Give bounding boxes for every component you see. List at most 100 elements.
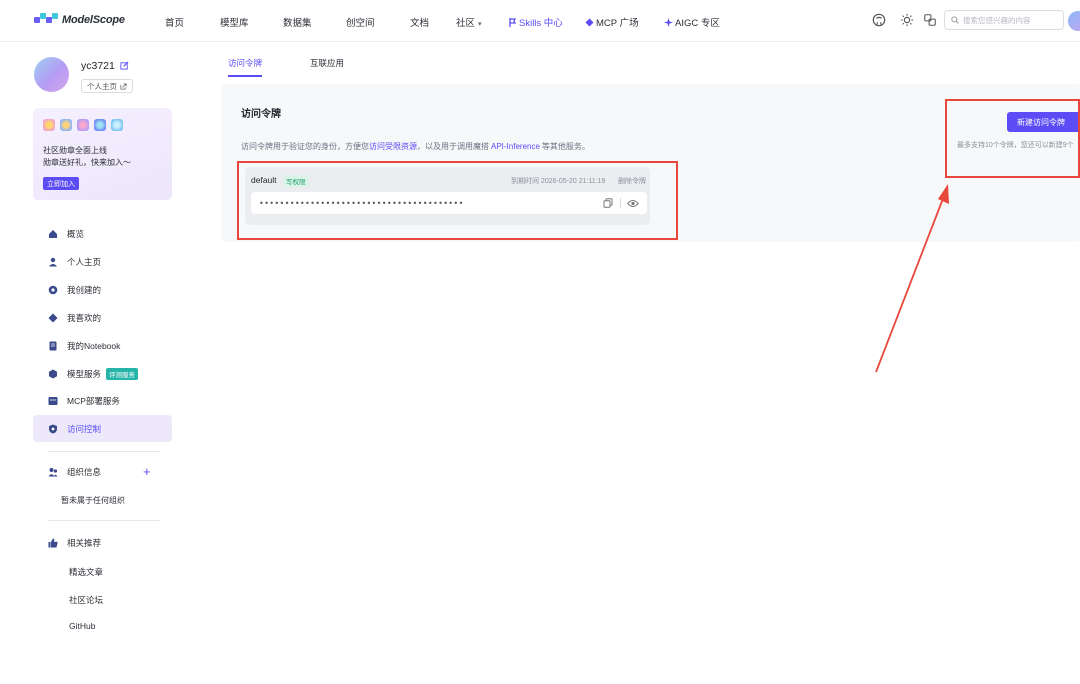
nav-community[interactable]: 社区 ▾ [456, 15, 482, 29]
sidebar-item-label: 我创建的 [67, 284, 102, 295]
restricted-resources-link[interactable]: 访问受限资源 [369, 142, 417, 151]
badge-icon [43, 119, 55, 131]
home-icon [49, 229, 57, 238]
sidebar-item-label: 相关推荐 [67, 537, 102, 548]
sidebar-item-label: 我喜欢的 [67, 312, 102, 323]
tab-connected-apps[interactable]: 互联应用 [310, 57, 344, 77]
sidebar-item-label: 组织信息 [67, 466, 102, 477]
badge-icon [60, 119, 72, 131]
nav-aigc-label: AIGC 专区 [675, 18, 720, 29]
badge-row [43, 119, 123, 131]
token-value-field[interactable]: •••••••••••••••••••••••••••••••••••••••• [251, 192, 647, 214]
sidebar-item-model-service[interactable]: 模型服务 评测服务 [33, 360, 172, 387]
panel-description: 访问令牌用于验证您的身份，方便您访问受限资源，以及用于调用魔搭 API-Infer… [241, 141, 590, 152]
search-box[interactable] [944, 10, 1064, 30]
sidebar-item-overview[interactable]: 概览 [33, 220, 172, 247]
nav-datasets[interactable]: 数据集 [283, 15, 312, 29]
sidebar-divider [48, 520, 160, 521]
badge-promo-card: 社区勋章全面上线 勋章送好礼，快来加入～ 立即加入 [33, 108, 172, 200]
chevron-down-icon: ▾ [478, 21, 482, 28]
modelscope-logo[interactable]: ModelScope [34, 13, 125, 27]
nav-skills[interactable]: Skills 中心 [509, 15, 563, 29]
user-avatar[interactable] [34, 57, 69, 92]
desc-prefix: 访问令牌用于验证您的身份，方便您 [241, 142, 369, 151]
sidebar-item-organization[interactable]: 组织信息 [33, 458, 172, 485]
top-navigation-bar: ModelScope 首页 模型库 数据集 创空间 文档 社区 ▾ Skills … [0, 0, 1080, 42]
sidebar-item-liked[interactable]: 我喜欢的 [33, 304, 172, 331]
skills-icon [509, 18, 517, 27]
link-github[interactable]: GitHub [69, 621, 95, 631]
add-organization-icon[interactable]: + [143, 465, 151, 478]
token-limit-text: 最多支持10个令牌，您还可以新建9个 [957, 142, 1074, 149]
nav-aigc[interactable]: AIGC 专区 [664, 15, 720, 29]
join-now-button[interactable]: 立即加入 [43, 177, 79, 190]
shield-icon [49, 424, 57, 433]
nav-models[interactable]: 模型库 [220, 15, 249, 29]
nav-home[interactable]: 首页 [165, 15, 184, 29]
badge-promo-line1: 社区勋章全面上线 [43, 146, 107, 155]
profile-link-label: 个人主页 [87, 81, 117, 91]
token-expiry: 到期时间 2026-05-20 21:11:19 [511, 178, 606, 185]
nav-studios[interactable]: 创空间 [346, 15, 375, 29]
permission-badge: 写权限 [283, 175, 309, 187]
edit-icon[interactable] [120, 61, 129, 70]
user-icon [49, 257, 57, 266]
sidebar-item-label: 访问控制 [67, 423, 102, 434]
server-icon [48, 396, 58, 405]
sidebar-divider [48, 451, 160, 452]
nav-docs[interactable]: 文档 [410, 15, 429, 29]
settings-tabs: 访问令牌 互联应用 [228, 57, 344, 77]
mcp-icon [585, 18, 594, 27]
sparkle-icon [664, 18, 673, 27]
nav-skills-label: Skills 中心 [519, 18, 563, 29]
username: yc3721 [81, 60, 115, 72]
sidebar-item-label: 模型服务 [67, 368, 102, 379]
link-featured-articles[interactable]: 精选文章 [69, 566, 103, 578]
theme-sun-icon[interactable] [900, 13, 914, 27]
badge-icon [77, 119, 89, 131]
external-link-icon [120, 82, 127, 90]
sidebar-item-recommend: 相关推荐 [33, 529, 172, 556]
badge-promo-text: 社区勋章全面上线 勋章送好礼，快来加入～ [43, 145, 131, 169]
sidebar-item-access-control[interactable]: 访问控制 [33, 415, 172, 442]
sidebar-item-label: MCP部署服务 [67, 395, 120, 406]
sidebar-item-created[interactable]: 我创建的 [33, 276, 172, 303]
api-inference-link[interactable]: API-Inference [491, 142, 540, 151]
profile-link-button[interactable]: 个人主页 [81, 79, 133, 93]
github-icon[interactable] [872, 13, 886, 27]
sidebar-item-notebook[interactable]: 我的Notebook [33, 332, 172, 359]
token-masked-value: •••••••••••••••••••••••••••••••••••••••• [259, 198, 464, 208]
field-divider [620, 198, 621, 208]
logo-mark-icon [34, 13, 58, 27]
new-access-token-button[interactable]: 新建访问令牌 [1007, 112, 1080, 132]
diamond-icon [48, 313, 58, 322]
create-icon [48, 285, 58, 294]
sidebar-item-label: 个人主页 [67, 256, 102, 267]
organization-icon [48, 467, 58, 476]
translate-icon[interactable] [923, 13, 937, 27]
link-community-forum[interactable]: 社区论坛 [69, 594, 103, 606]
cube-icon [49, 369, 57, 378]
thumbs-up-icon [48, 538, 58, 547]
copy-icon[interactable] [603, 198, 613, 208]
evaluation-service-tag[interactable]: 评测服务 [106, 367, 139, 380]
sidebar-item-profile[interactable]: 个人主页 [33, 248, 172, 275]
sidebar-item-label: 我的Notebook [67, 340, 121, 351]
badge-icon [111, 119, 123, 131]
badge-icon [94, 119, 106, 131]
panel-title: 访问令牌 [241, 109, 281, 120]
delete-token-button[interactable]: 删除令牌 [618, 176, 646, 186]
search-icon [951, 16, 959, 24]
nav-mcp-label: MCP 广场 [596, 18, 639, 29]
desc-mid: ，以及用于调用魔搭 [417, 142, 489, 151]
search-input[interactable] [963, 15, 1063, 25]
header-avatar[interactable] [1068, 11, 1080, 31]
eye-icon[interactable] [627, 199, 639, 208]
token-name: default [251, 175, 277, 185]
nav-community-label: 社区 [456, 18, 476, 29]
sidebar-item-label: 概览 [67, 228, 85, 239]
tab-access-tokens[interactable]: 访问令牌 [228, 57, 263, 77]
sidebar-item-mcp-deploy[interactable]: MCP部署服务 [33, 387, 172, 414]
nav-mcp[interactable]: MCP 广场 [585, 15, 639, 29]
no-organization-text: 暂未属于任何组织 [61, 496, 125, 505]
